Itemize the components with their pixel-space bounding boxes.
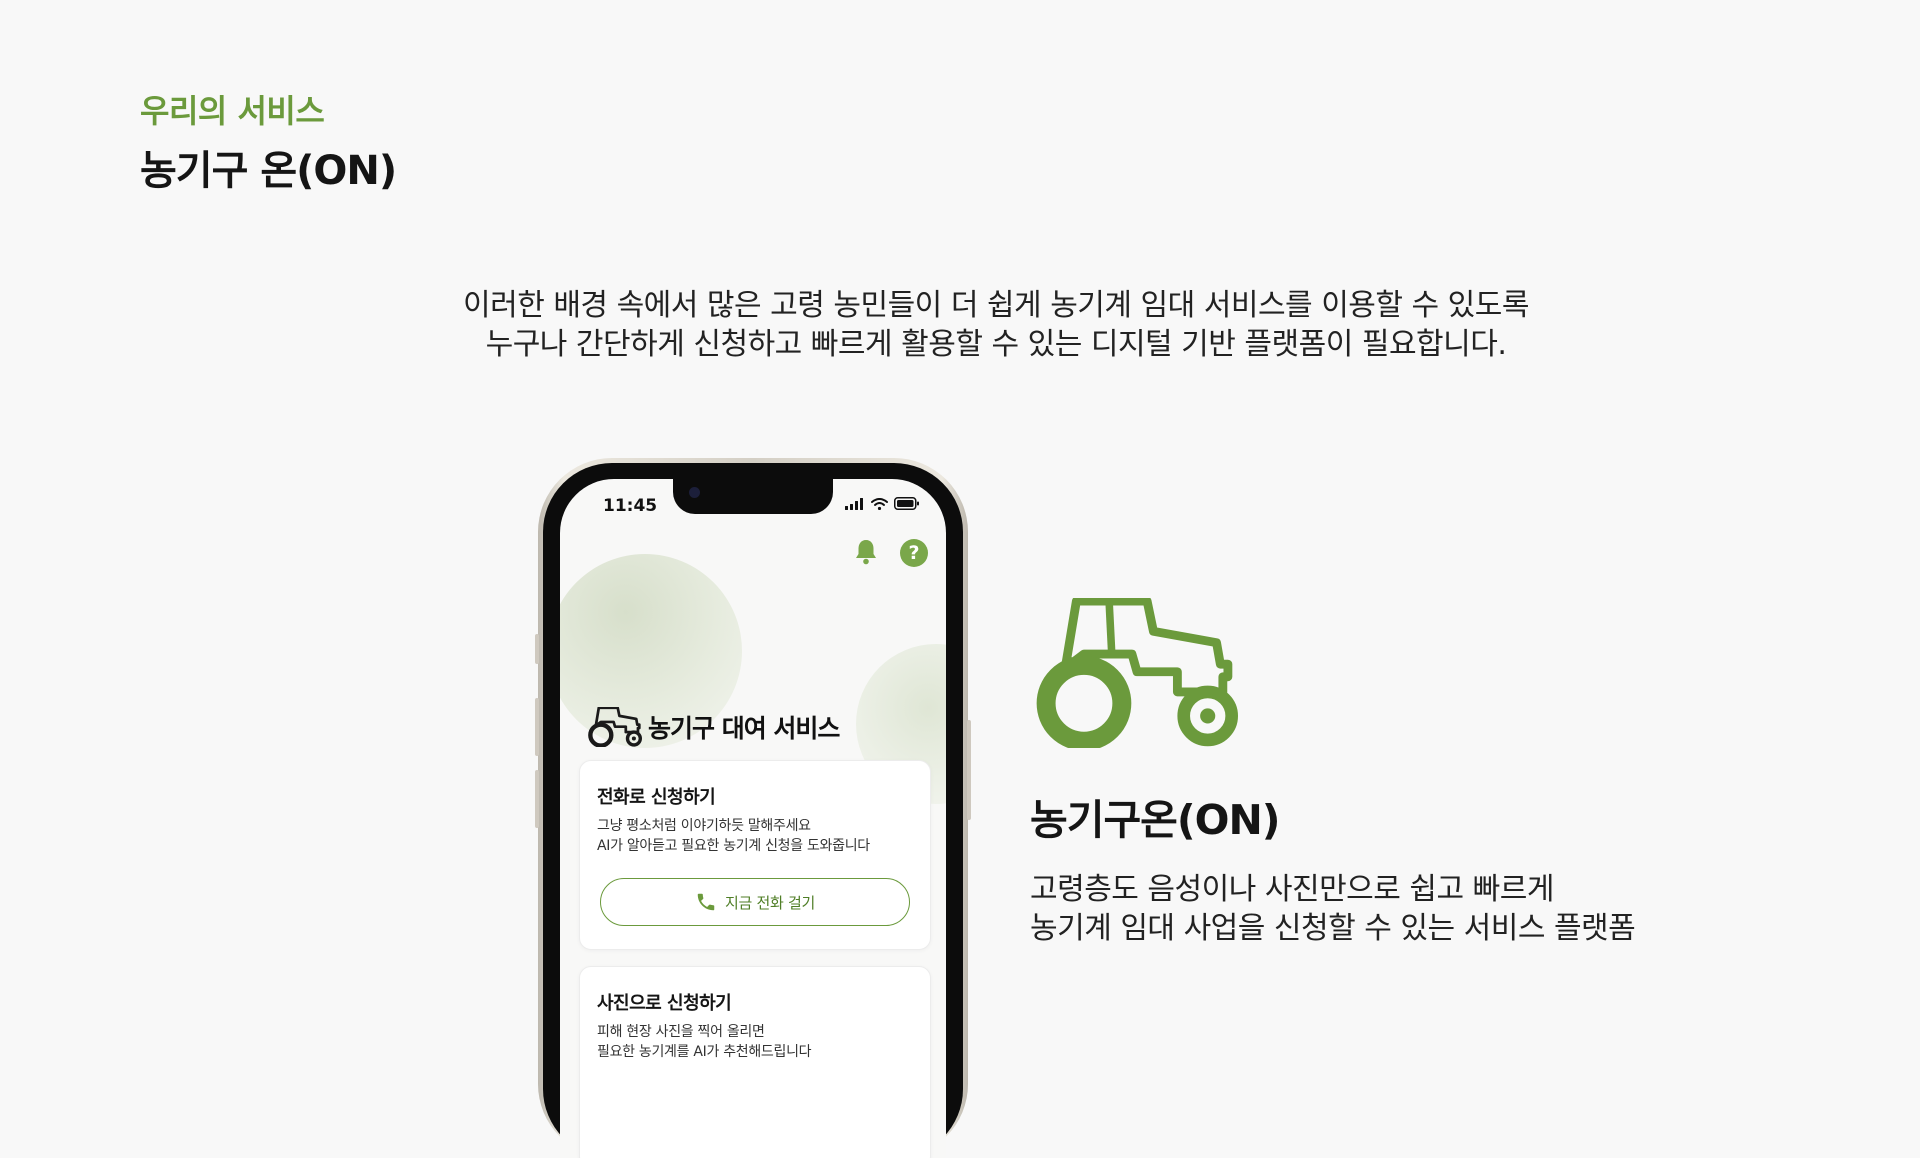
card-description-line-2: 필요한 농기계를 AI가 추천해드립니다 — [597, 1044, 812, 1060]
intro-text: 이러한 배경 속에서 많은 고령 농민들이 더 쉽게 농기계 임대 서비스를 이… — [0, 286, 1920, 364]
phone-mockup: 11:45 ? 농기구 대여 서비스 전화로 신청하기 그냥 평소처럼 이야기하… — [535, 458, 971, 1158]
signal-icon — [845, 497, 863, 510]
tractor-icon — [1036, 598, 1238, 748]
service-description-line-1: 고령층도 음성이나 사진만으로 쉽고 빠르게 — [1030, 872, 1554, 907]
intro-line-1: 이러한 배경 속에서 많은 고령 농민들이 더 쉽게 농기계 임대 서비스를 이… — [463, 288, 1529, 323]
phone-volume-up-button — [535, 698, 539, 756]
app-title: 농기구 대여 서비스 — [648, 714, 840, 743]
phone-request-card: 전화로 신청하기 그냥 평소처럼 이야기하듯 말해주세요 AI가 알아듣고 필요… — [579, 760, 931, 950]
phone-side-button — [535, 634, 539, 664]
phone-icon — [697, 893, 715, 911]
phone-screen: 11:45 ? 농기구 대여 서비스 전화로 신청하기 그냥 평소처럼 이야기하… — [560, 479, 946, 1158]
card-description: 피해 현장 사진을 찍어 올리면 필요한 농기계를 AI가 추천해드립니다 — [597, 1022, 812, 1062]
wifi-icon — [871, 497, 888, 510]
card-description-line-1: 그냥 평소처럼 이야기하듯 말해주세요 — [597, 818, 811, 834]
call-now-button[interactable]: 지금 전화 걸기 — [600, 878, 910, 926]
card-title: 전화로 신청하기 — [597, 787, 716, 808]
card-description: 그냥 평소처럼 이야기하듯 말해주세요 AI가 알아듣고 필요한 농기계 신청을… — [597, 816, 870, 856]
service-description-line-2: 농기계 임대 사업을 신청할 수 있는 서비스 플랫폼 — [1030, 911, 1636, 946]
phone-volume-down-button — [535, 770, 539, 828]
card-title: 사진으로 신청하기 — [597, 993, 732, 1014]
service-name: 농기구온(ON) — [1030, 796, 1281, 844]
call-button-label: 지금 전화 걸기 — [725, 893, 815, 912]
intro-line-2: 누구나 간단하게 신청하고 빠르게 활용할 수 있는 디지털 기반 플랫폼이 필… — [485, 327, 1507, 362]
app-header: 농기구 대여 서비스 — [588, 707, 840, 747]
bell-icon[interactable] — [854, 538, 878, 566]
section-eyebrow: 우리의 서비스 — [140, 92, 325, 130]
service-description: 고령층도 음성이나 사진만으로 쉽고 빠르게 농기계 임대 사업을 신청할 수 … — [1030, 870, 1636, 948]
phone-bezel: 11:45 ? 농기구 대여 서비스 전화로 신청하기 그냥 평소처럼 이야기하… — [543, 463, 963, 1158]
battery-icon — [894, 497, 919, 510]
phone-power-button — [967, 720, 971, 820]
status-icons — [845, 497, 920, 510]
help-icon[interactable]: ? — [900, 539, 928, 567]
card-description-line-1: 피해 현장 사진을 찍어 올리면 — [597, 1024, 765, 1040]
phone-notch — [673, 479, 833, 514]
status-time: 11:45 — [603, 496, 658, 516]
photo-request-card: 사진으로 신청하기 피해 현장 사진을 찍어 올리면 필요한 농기계를 AI가 … — [579, 966, 931, 1158]
card-description-line-2: AI가 알아듣고 필요한 농기계 신청을 도와줍니다 — [597, 838, 870, 854]
page-title: 농기구 온(ON) — [140, 148, 397, 194]
camera-icon — [689, 487, 700, 498]
tractor-icon — [588, 707, 642, 747]
